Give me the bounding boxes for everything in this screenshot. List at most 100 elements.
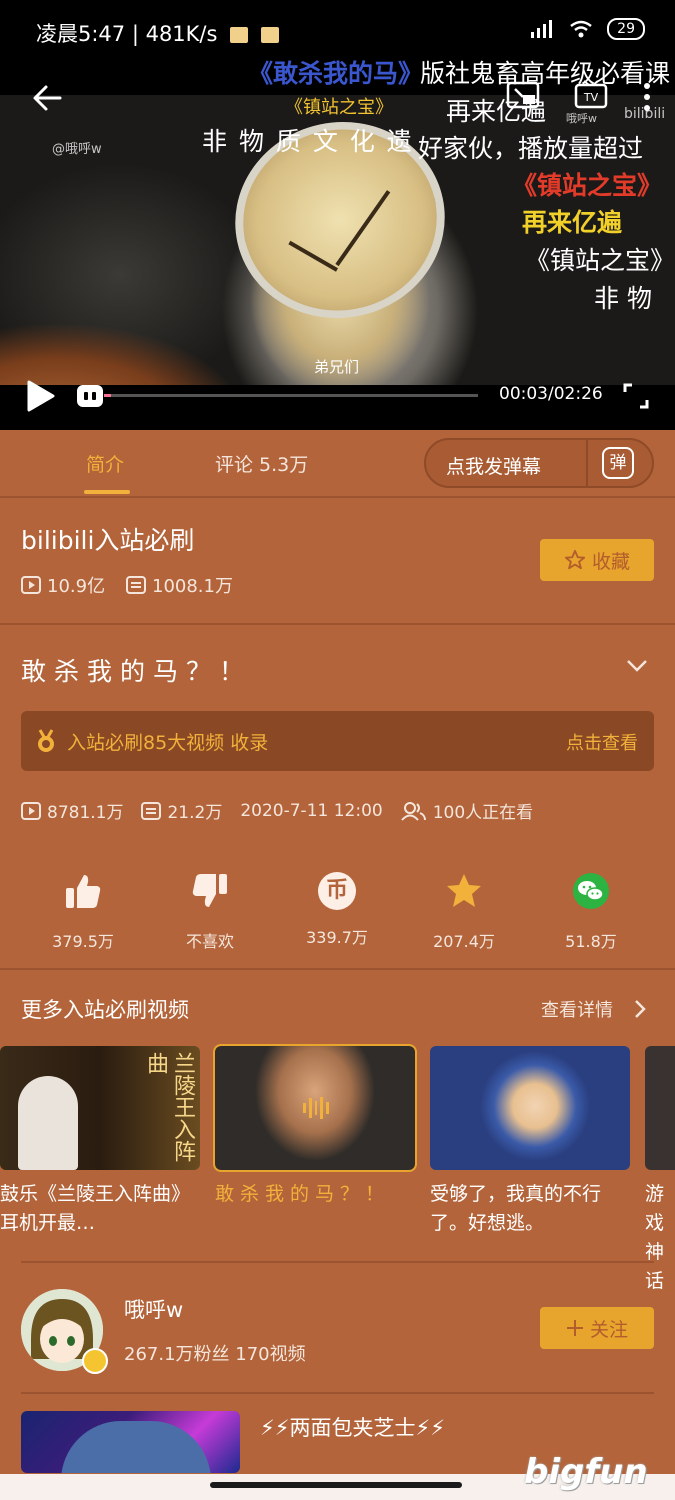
fullscreen-icon[interactable] [622, 382, 650, 410]
danmaku-toggle[interactable] [77, 385, 103, 407]
video-player[interactable]: 凌晨5:47 | 481K/s 29 TV 《敢杀我的马》 版社鬼畜高年级必看课 [0, 0, 675, 430]
dislike-button[interactable]: 不喜欢 [147, 872, 273, 952]
now-playing-icon [303, 1096, 329, 1120]
video-card[interactable]: 游戏神话 [645, 1046, 675, 1296]
danmaku-count-icon [126, 576, 146, 594]
wifi-icon [570, 20, 592, 38]
tab-intro[interactable]: 简介 [86, 450, 124, 477]
tab-bar: 简介 评论 5.3万 点我发弹幕 弹 [0, 430, 675, 498]
play-icon[interactable] [26, 379, 56, 413]
follow-label: 关注 [589, 1318, 628, 1341]
video-thumbnail: 兰陵王入阵曲 [0, 1046, 200, 1170]
like-count: 379.5万 [52, 932, 114, 951]
follow-button[interactable]: 关注 [540, 1307, 654, 1349]
play-count-icon [21, 576, 41, 594]
collection-title: bilibili入站必刷 [21, 526, 195, 555]
divider [586, 440, 588, 486]
tab-comments[interactable]: 评论 5.3万 [215, 450, 308, 477]
video-card-title: 敢杀我的马？！ [215, 1183, 391, 1205]
more-videos-link[interactable]: 查看详情 [541, 996, 613, 1022]
favorite-count: 207.4万 [433, 932, 495, 951]
favorite-collection-label: 收藏 [591, 550, 630, 573]
more-videos-carousel[interactable]: 兰陵王入阵曲 鼓乐《兰陵王入阵曲》耳机开最… 敢杀我的马？！ 受够了，我真的不行… [0, 1044, 675, 1292]
svg-text:TV: TV [583, 91, 599, 104]
danmaku-comment: 好家伙，播放量超过 [418, 134, 644, 163]
home-indicator[interactable] [210, 1482, 462, 1488]
ranking-link[interactable]: 点击查看 [566, 729, 638, 755]
video-card[interactable]: 兰陵王入阵曲 鼓乐《兰陵王入阵曲》耳机开最… [0, 1046, 200, 1238]
danmaku-input[interactable]: 点我发弹幕 弹 [424, 438, 654, 488]
tab-indicator [84, 490, 130, 494]
collection-danmaku: 1008.1万 [126, 572, 233, 598]
medal-icon [38, 729, 54, 752]
progress-fill [104, 394, 112, 397]
favorite-button[interactable]: 207.4万 [401, 872, 527, 952]
danmaku-comment: 《镇站之宝》 [285, 97, 393, 118]
time-label: 00:03/02:26 [499, 384, 603, 404]
coin-icon: 币 [318, 872, 356, 910]
video-card-title: 受够了，我真的不行了。好想逃。 [430, 1183, 602, 1234]
video-title: 敢杀我的马？！ [21, 657, 253, 686]
coin-count: 339.7万 [306, 928, 368, 947]
verified-badge-icon [82, 1348, 108, 1374]
video-watching: 100人正在看 [400, 798, 534, 823]
viewers-icon [400, 801, 426, 821]
video-thumbnail [645, 1046, 675, 1170]
player-controls: 00:03/02:26 [0, 370, 675, 425]
danmaku-count-icon [141, 801, 162, 820]
video-thumbnail [213, 1044, 417, 1172]
video-card[interactable]: 受够了，我真的不行了。好想逃。 [430, 1046, 630, 1238]
ranking-banner[interactable]: 入站必刷85大视频 收录 点击查看 [21, 711, 654, 771]
dislike-label: 不喜欢 [185, 932, 234, 951]
thumbnail-performer [18, 1076, 78, 1170]
thumbs-up-icon [66, 875, 101, 908]
thumbs-down-icon [192, 874, 227, 907]
related-video-title[interactable]: ⚡⚡两面包夹芝士⚡⚡ [260, 1412, 445, 1442]
progress-bar[interactable] [104, 394, 478, 397]
chevron-right-icon[interactable] [633, 999, 647, 1019]
video-views: 8781.1万 [21, 798, 123, 823]
more-videos-title: 更多入站必刷视频 [21, 998, 189, 1022]
download-icon [260, 27, 279, 43]
notification-icon [230, 27, 249, 43]
uploader-stats: 267.1万粉丝 170视频 [124, 1344, 306, 1365]
danmaku-settings-icon[interactable]: 弹 [602, 447, 634, 479]
like-button[interactable]: 379.5万 [20, 872, 146, 952]
video-card-title: 鼓乐《兰陵王入阵曲》耳机开最… [0, 1183, 191, 1234]
video-date: 2020-7-11 12:00 [240, 800, 383, 821]
thumbnail-shark [61, 1421, 211, 1473]
collection-views-text: 10.9亿 [47, 576, 106, 597]
video-watching-text: 100人正在看 [432, 803, 534, 823]
share-count: 51.8万 [565, 932, 617, 951]
action-bar: 379.5万 不喜欢 币 339.7万 207.4万 51.8万 [0, 872, 675, 970]
back-arrow-icon[interactable] [30, 80, 66, 116]
danmaku-comment: 《镇站之宝》 [512, 171, 663, 200]
play-count-icon [21, 801, 41, 820]
video-danmaku: 21.2万 [141, 798, 222, 823]
favorite-collection-button[interactable]: 收藏 [540, 539, 654, 581]
related-video-thumbnail[interactable] [21, 1411, 240, 1473]
danmaku-comment: 非 物 质 文 化 遗 [202, 127, 414, 156]
video-card-current[interactable]: 敢杀我的马？！ [213, 1044, 417, 1209]
danmaku-comment: 再来亿遍 [522, 208, 623, 237]
video-danmaku-text: 21.2万 [167, 803, 223, 823]
uploader-watermark: @哦呼w [52, 142, 102, 157]
chevron-down-icon[interactable] [625, 654, 649, 678]
uploader-name[interactable]: 哦呼w [124, 1294, 183, 1324]
plus-icon [566, 1320, 583, 1336]
collection-section[interactable]: bilibili入站必刷 10.9亿 1008.1万 收藏 [0, 497, 675, 625]
collection-views: 10.9亿 [21, 572, 105, 598]
status-time-text: 凌晨5:47 | 481K/s [36, 22, 218, 46]
battery-icon: 29 [607, 18, 645, 40]
video-meta: 8781.1万 21.2万 2020-7-11 12:00 100人正在看 [21, 798, 533, 823]
divider [21, 1392, 654, 1394]
video-thumbnail [430, 1046, 630, 1170]
status-icons: 29 [531, 18, 645, 40]
danmaku-comment: 《镇站之宝》 [525, 246, 675, 275]
share-button[interactable]: 51.8万 [528, 872, 654, 952]
coin-button[interactable]: 币 339.7万 [274, 872, 400, 948]
star-outline-icon [564, 549, 586, 570]
star-icon [447, 874, 481, 907]
signal-icon [531, 20, 553, 38]
status-bar: 凌晨5:47 | 481K/s 29 [0, 0, 675, 62]
